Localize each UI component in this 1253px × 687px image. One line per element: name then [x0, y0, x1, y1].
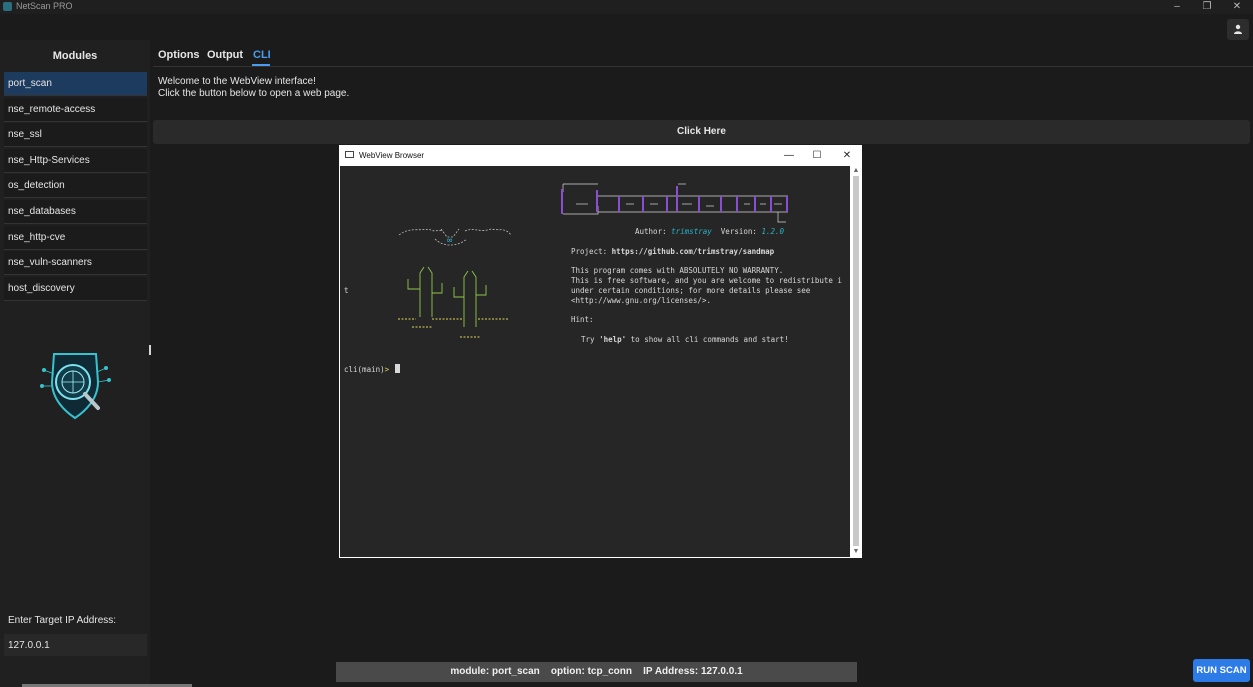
cli-prompt: cli(main)>	[344, 365, 389, 374]
ascii-cactus-art	[398, 266, 508, 338]
terminal-stray-char: t	[344, 286, 349, 295]
click-here-button[interactable]: Click Here	[153, 120, 1250, 144]
hint-pre: Try	[581, 335, 600, 344]
author-value: trimstray	[671, 227, 712, 236]
hint-command: 'help'	[599, 335, 627, 344]
version-label: Version:	[720, 227, 757, 236]
minimize-button[interactable]: –	[1162, 0, 1192, 14]
module-item-host-discovery[interactable]: host_discovery	[4, 277, 147, 301]
license-line-2: This is free software, and you are welco…	[571, 276, 842, 285]
version-value: 1.2.0	[761, 227, 785, 236]
webview-scrollbar[interactable]: ▲ ▼	[851, 166, 861, 557]
module-item-nse-ssl[interactable]: nse_ssl	[4, 123, 147, 147]
module-item-nse-http-services[interactable]: nse_Http-Services	[4, 149, 147, 173]
webview-close-button[interactable]: ✕	[833, 148, 861, 163]
hint-post: to show all cli commands and start!	[626, 335, 789, 344]
webview-app-icon	[345, 151, 354, 158]
tab-cli[interactable]: CLI	[253, 49, 271, 61]
license-line-4: <http://www.gnu.org/licenses/>.	[571, 296, 711, 305]
webview-maximize-button[interactable]: ☐	[803, 148, 831, 163]
webview-title-bar: WebView Browser — ☐ ✕	[339, 145, 862, 166]
project-label: Project:	[571, 247, 608, 256]
module-item-port-scan[interactable]: port_scan	[4, 72, 147, 96]
welcome-line-1: Welcome to the WebView interface!	[158, 76, 316, 87]
welcome-line-2: Click the button below to open a web pag…	[158, 88, 350, 99]
module-item-nse-databases[interactable]: nse_databases	[4, 200, 147, 224]
status-option-value: tcp_conn	[587, 666, 633, 677]
panel-splitter-handle[interactable]	[149, 345, 151, 355]
terminal-cursor	[395, 364, 400, 373]
status-module-label: module:	[450, 666, 490, 677]
app-title: NetScan PRO	[16, 1, 73, 11]
target-ip-label: Enter Target IP Address:	[8, 615, 117, 626]
app-icon	[3, 2, 12, 11]
prompt-symbol: >	[384, 365, 390, 374]
run-scan-button[interactable]: RUN SCAN	[1193, 659, 1250, 682]
license-line-1: This program comes with ABSOLUTELY NO WA…	[571, 266, 784, 275]
tab-output[interactable]: Output	[207, 49, 243, 61]
sidebar-heading: Modules	[52, 50, 98, 62]
webview-browser-window: WebView Browser — ☐ ✕ ∞ t Author: trimst…	[339, 145, 862, 558]
cli-terminal[interactable]: ∞ t Author: trimstray Version: 1.2.0 Pro…	[340, 166, 850, 557]
tab-options[interactable]: Options	[158, 49, 200, 61]
user-button[interactable]	[1227, 19, 1249, 40]
status-module-value: port_scan	[491, 666, 540, 677]
welcome-text: Welcome to the WebView interface! Click …	[158, 76, 349, 100]
user-icon	[1234, 24, 1242, 34]
project-url: https://github.com/trimstray/sandmap	[611, 247, 775, 256]
sidebar: Modules port_scan nse_remote-access nse_…	[0, 40, 150, 687]
prompt-text: cli(main)	[344, 365, 385, 374]
module-item-os-detection[interactable]: os_detection	[4, 174, 147, 198]
author-label: Author:	[635, 227, 667, 236]
ascii-bat-art: ∞	[398, 228, 512, 246]
status-option-label: option:	[550, 666, 585, 677]
close-button[interactable]: ✕	[1222, 0, 1252, 14]
status-bar: module: port_scan option: tcp_conn IP Ad…	[336, 662, 857, 682]
license-line-3: under certain conditions; for more detai…	[571, 286, 811, 295]
status-ip-label: IP Address:	[643, 666, 699, 677]
webview-title: WebView Browser	[359, 151, 425, 160]
module-item-nse-vuln-scanners[interactable]: nse_vuln-scanners	[4, 251, 147, 275]
sandmap-ascii-logo	[561, 183, 788, 223]
webview-minimize-button[interactable]: —	[775, 148, 803, 163]
target-ip-input[interactable]	[4, 634, 147, 656]
tab-divider	[153, 66, 1253, 67]
scroll-down-icon[interactable]: ▼	[852, 548, 860, 556]
svg-text:∞: ∞	[447, 236, 453, 246]
hint-line: Try 'help' to show all cli commands and …	[581, 335, 789, 344]
terminal-project-line: Project: https://github.com/trimstray/sa…	[571, 247, 774, 256]
maximize-button[interactable]: ❐	[1192, 0, 1222, 14]
scroll-thumb[interactable]	[853, 176, 859, 546]
terminal-author-line: Author: trimstray Version: 1.2.0	[635, 227, 784, 236]
scroll-up-icon[interactable]: ▲	[852, 167, 860, 175]
hint-label: Hint:	[571, 315, 594, 324]
status-ip-value: 127.0.0.1	[700, 666, 743, 677]
shield-logo-icon	[40, 353, 111, 420]
title-bar: NetScan PRO – ❐ ✕	[0, 0, 1253, 14]
module-item-nse-http-cve[interactable]: nse_http-cve	[4, 226, 147, 250]
module-item-nse-remote-access[interactable]: nse_remote-access	[4, 98, 147, 122]
